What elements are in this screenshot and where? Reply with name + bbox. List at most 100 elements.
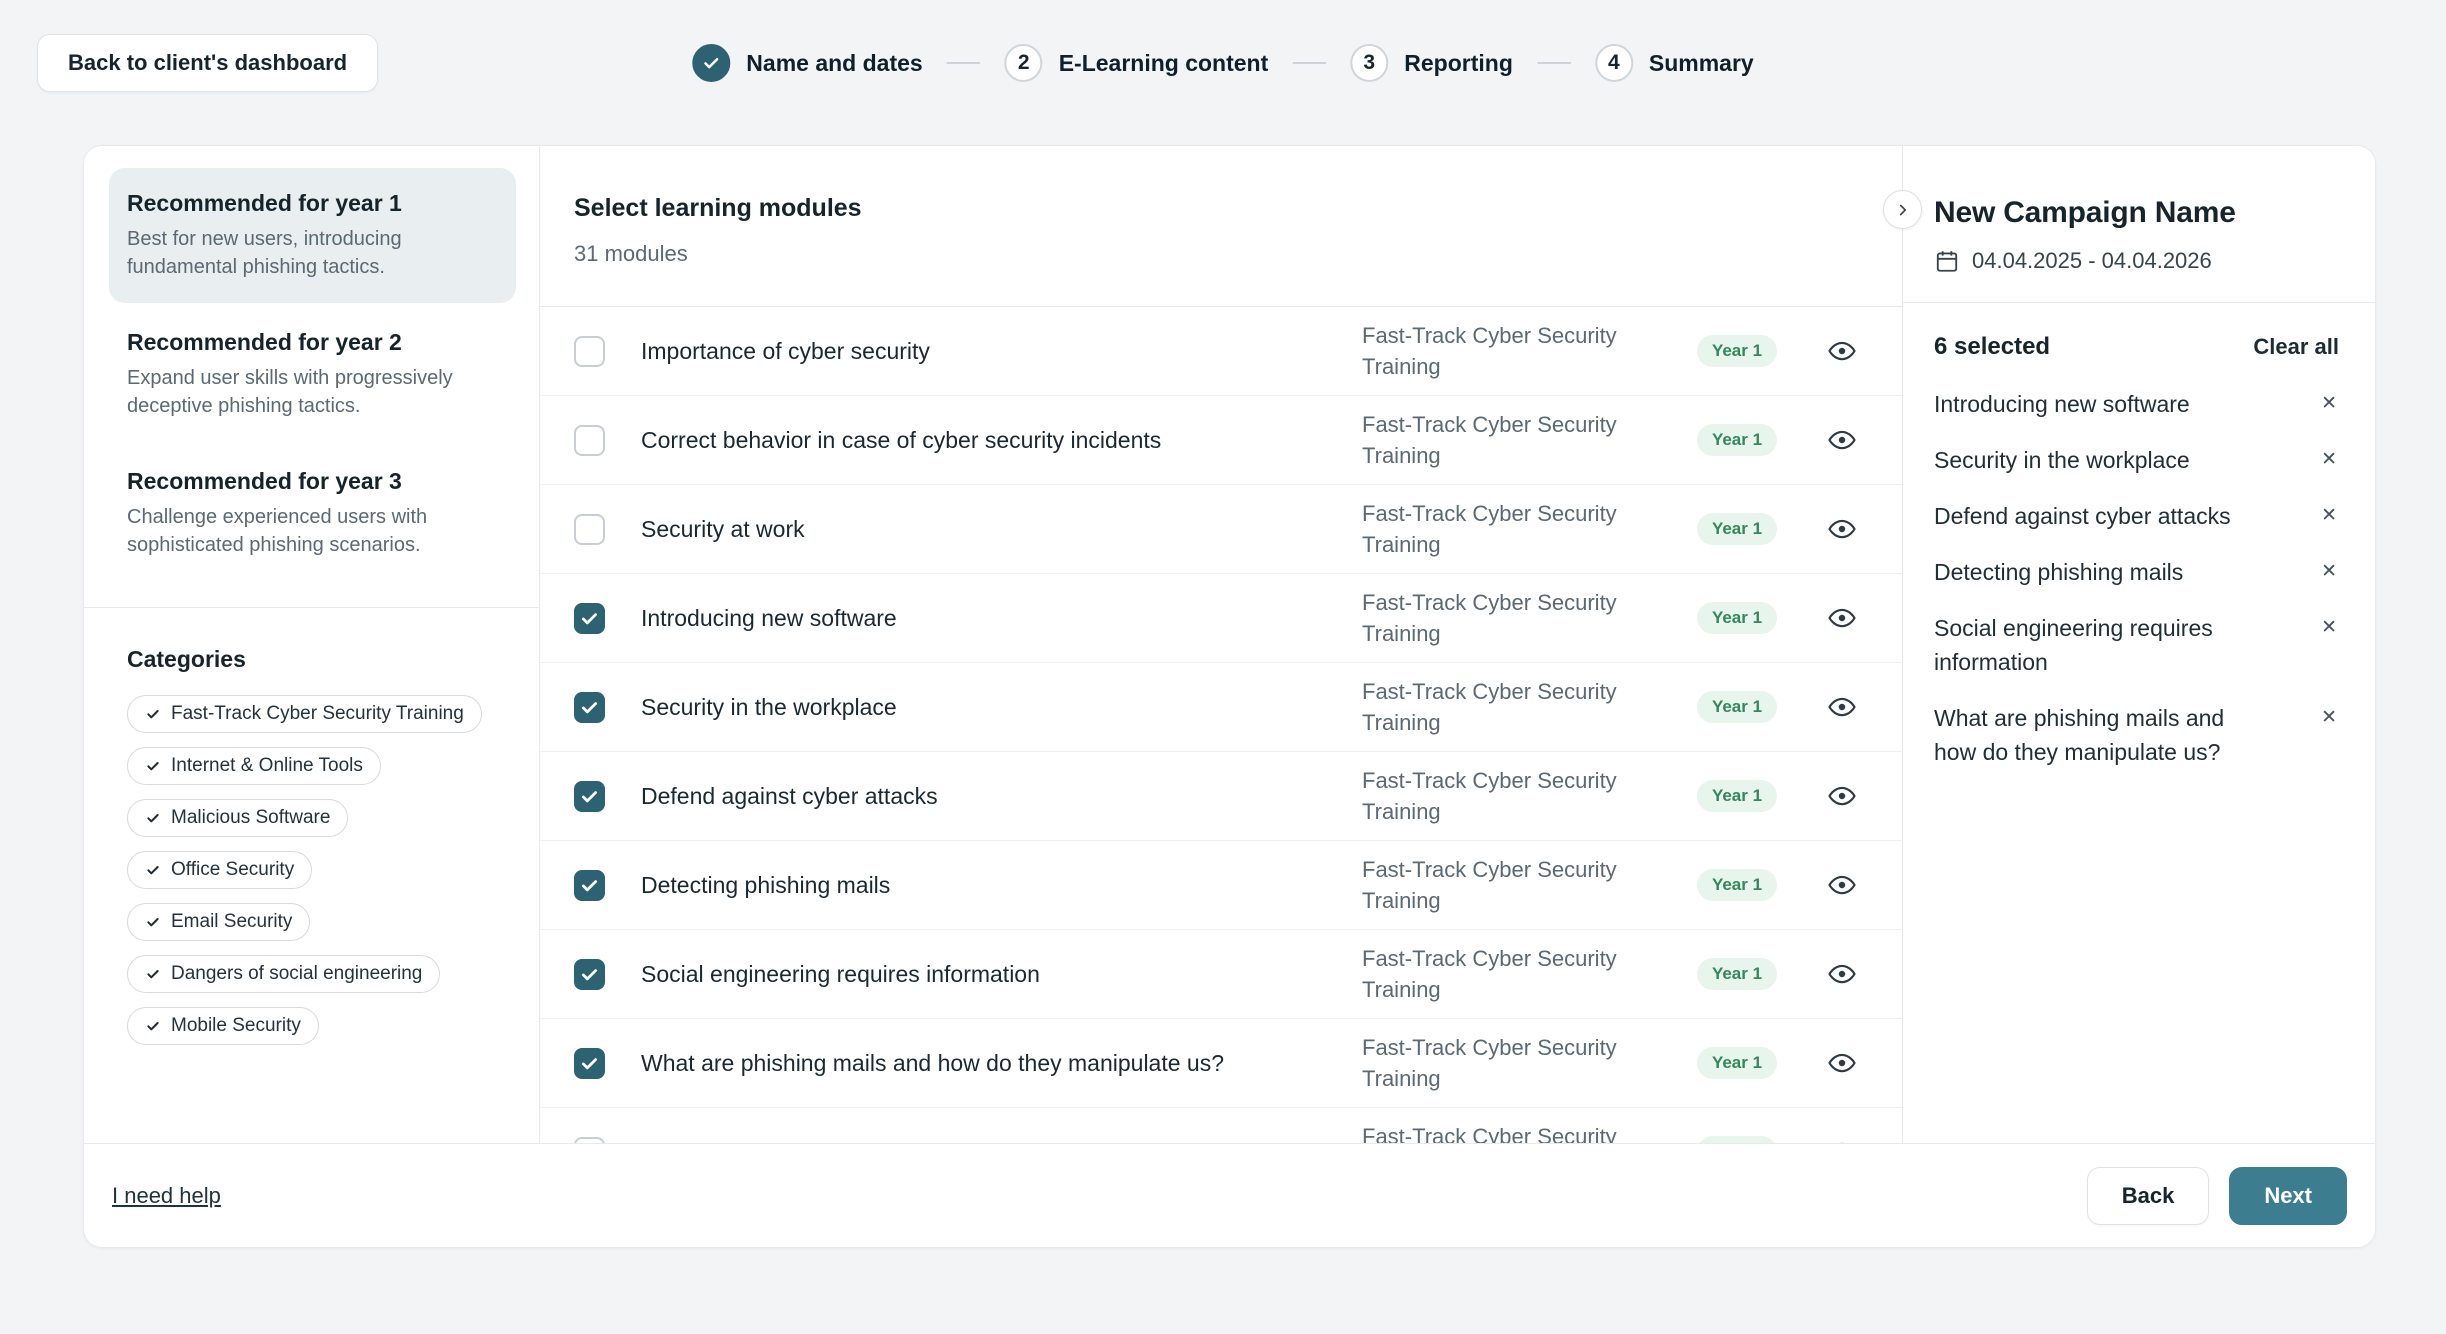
module-checkbox[interactable] [574,692,605,723]
module-name: Security in the workplace [641,694,1362,721]
year-badge-cell: Year 1 [1662,1136,1812,1143]
recommendation-description: Expand user skills with progressively de… [127,364,498,420]
card-footer: I need help Back Next [84,1143,2375,1247]
module-row: Fast-Track Cyber Security Training Year … [540,1108,1902,1143]
stepper-step[interactable]: 3 Reporting [1350,44,1513,82]
stepper-step[interactable]: 1 Name and dates [692,44,922,82]
next-button[interactable]: Next [2229,1167,2347,1225]
selected-module-name: What are phishing mails and how do they … [1934,701,2264,769]
modules-title: Select learning modules [574,194,1868,223]
preview-eye-icon[interactable] [1812,870,1872,900]
summary-divider [1903,302,2375,303]
check-icon [701,53,721,73]
module-checkbox[interactable] [574,870,605,901]
selected-module-name: Detecting phishing mails [1934,555,2264,589]
stepper-step[interactable]: 2 E-Learning content [1005,44,1269,82]
top-bar: Back to client's dashboard 1 Name and da… [0,0,2446,145]
year-badge-cell: Year 1 [1662,424,1812,456]
module-name: Importance of cyber security [641,338,1362,365]
year-badge: Year 1 [1697,869,1777,901]
step-number: 3 [1363,51,1375,75]
module-row: Introducing new software Fast-Track Cybe… [540,574,1902,663]
selected-module-item: What are phishing mails and how do they … [1934,701,2339,769]
back-button[interactable]: Back [2087,1167,2210,1225]
module-checkbox[interactable] [574,603,605,634]
category-chip[interactable]: Dangers of social engineering [127,955,440,993]
preview-eye-icon[interactable] [1812,1048,1872,1078]
module-checkbox[interactable] [574,959,605,990]
year-badge: Year 1 [1697,424,1777,456]
step-label: E-Learning content [1059,50,1269,77]
main-card: Recommended for year 1 Best for new user… [83,145,2376,1248]
year-badge-cell: Year 1 [1662,513,1812,545]
category-chip-label: Dangers of social engineering [171,963,422,985]
module-checkbox[interactable] [574,425,605,456]
module-row: Detecting phishing mails Fast-Track Cybe… [540,841,1902,930]
selected-module-name: Introducing new software [1934,387,2264,421]
step-indicator: 1 [692,44,730,82]
year-badge-cell: Year 1 [1662,780,1812,812]
recommendation-item[interactable]: Recommended for year 3 Challenge experie… [109,446,516,581]
year-badge: Year 1 [1697,1136,1777,1143]
preview-eye-icon[interactable] [1812,603,1872,633]
category-chip[interactable]: Office Security [127,851,312,889]
recommendation-description: Best for new users, introducing fundamen… [127,225,498,281]
module-category: Fast-Track Cyber Security Training [1362,676,1662,738]
module-checkbox[interactable] [574,336,605,367]
category-chip[interactable]: Fast-Track Cyber Security Training [127,695,482,733]
module-row: What are phishing mails and how do they … [540,1019,1902,1108]
stepper-step[interactable]: 4 Summary [1595,44,1754,82]
remove-icon[interactable]: ✕ [2319,555,2339,589]
preview-eye-icon[interactable] [1812,959,1872,989]
module-category: Fast-Track Cyber Security Training [1362,1121,1662,1143]
module-row: Security in the workplace Fast-Track Cyb… [540,663,1902,752]
category-chip[interactable]: Mobile Security [127,1007,319,1045]
module-category: Fast-Track Cyber Security Training [1362,587,1662,649]
remove-icon[interactable]: ✕ [2319,443,2339,477]
selected-module-item: Defend against cyber attacks ✕ [1934,499,2339,533]
category-chip[interactable]: Internet & Online Tools [127,747,381,785]
year-badge-cell: Year 1 [1662,869,1812,901]
recommendation-item[interactable]: Recommended for year 2 Expand user skill… [109,307,516,442]
clear-all-button[interactable]: Clear all [2253,334,2339,360]
category-chip[interactable]: Malicious Software [127,799,348,837]
preview-eye-icon[interactable] [1812,336,1872,366]
campaign-summary-panel: New Campaign Name 04.04.2025 - 04.04.202… [1902,146,2375,1143]
check-icon [145,1018,161,1034]
back-to-dashboard-button[interactable]: Back to client's dashboard [37,34,378,92]
step-label: Reporting [1404,50,1513,77]
sidebar-divider [84,607,539,608]
check-icon [145,914,161,930]
module-selection-section: Select learning modules 31 modules Impor… [539,146,1902,1143]
remove-icon[interactable]: ✕ [2319,611,2339,645]
category-chip[interactable]: Email Security [127,903,310,941]
remove-icon[interactable]: ✕ [2319,499,2339,533]
module-name: Defend against cyber attacks [641,783,1362,810]
year-badge-cell: Year 1 [1662,335,1812,367]
module-checkbox[interactable] [574,781,605,812]
step-connector [1292,62,1326,64]
module-checkbox[interactable] [574,1048,605,1079]
preview-eye-icon[interactable] [1812,692,1872,722]
module-name: Detecting phishing mails [641,872,1362,899]
preview-eye-icon[interactable] [1812,425,1872,455]
module-checkbox[interactable] [574,514,605,545]
stepper: 1 Name and dates 2 E-Learning content 3 … [692,34,1753,92]
step-indicator: 3 [1350,44,1388,82]
selected-module-item: Introducing new software ✕ [1934,387,2339,421]
campaign-name: New Campaign Name [1934,196,2339,230]
step-number: 2 [1018,51,1030,75]
collapse-panel-button[interactable] [1883,190,1922,229]
recommendation-description: Challenge experienced users with sophist… [127,503,498,559]
year-badge: Year 1 [1697,1047,1777,1079]
remove-icon[interactable]: ✕ [2319,387,2339,421]
module-name: Security at work [641,516,1362,543]
recommendation-item[interactable]: Recommended for year 1 Best for new user… [109,168,516,303]
campaign-date-range: 04.04.2025 - 04.04.2026 [1972,248,2212,274]
preview-eye-icon[interactable] [1812,781,1872,811]
help-link[interactable]: I need help [112,1183,221,1209]
check-icon [579,608,600,629]
remove-icon[interactable]: ✕ [2319,701,2339,735]
recommendation-title: Recommended for year 3 [127,468,498,495]
preview-eye-icon[interactable] [1812,514,1872,544]
